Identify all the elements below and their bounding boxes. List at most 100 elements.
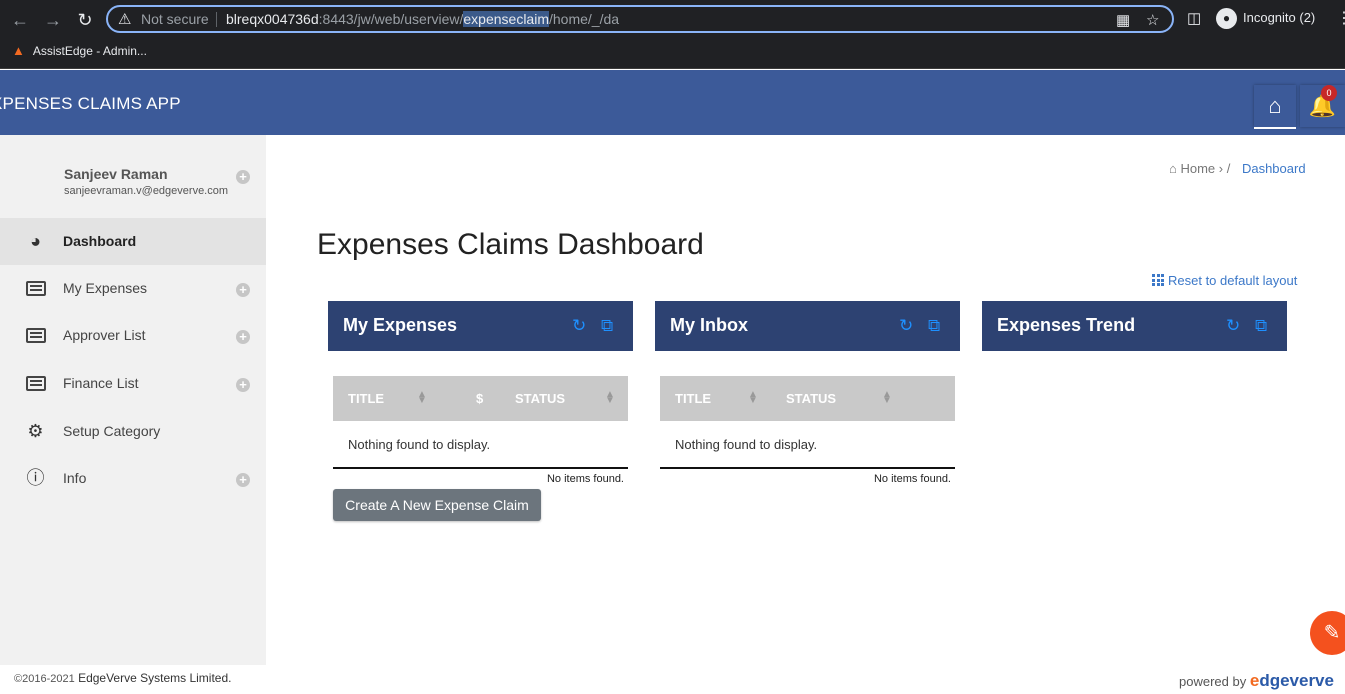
reload-icon[interactable]: ↻ [74, 9, 96, 31]
back-icon[interactable]: ← [9, 9, 31, 31]
create-expense-claim-button[interactable]: Create A New Expense Claim [333, 489, 541, 521]
incognito-indicator[interactable]: ● Incognito (2) [1216, 8, 1315, 29]
incognito-icon: ● [1216, 8, 1237, 29]
sidebar-item-label: Finance List [63, 375, 139, 391]
expand-icon[interactable]: + [236, 473, 250, 487]
sidebar-item-finance-list[interactable]: Finance List + [0, 360, 266, 407]
list-icon [25, 325, 46, 346]
no-items-label: No items found. [546, 473, 624, 485]
breadcrumb: ⌂ Home › / Dashboard [1169, 161, 1306, 176]
bookmarks-bar [0, 38, 1345, 69]
sort-icon[interactable]: ▲ ▼ [605, 390, 615, 406]
col-title[interactable]: TITLE [675, 391, 711, 406]
sort-icon[interactable]: ▲ ▼ [748, 390, 758, 406]
url-path: :8443/jw/web/userview/ [318, 11, 464, 27]
col-amount[interactable]: $ [476, 391, 483, 406]
widget-expenses-trend-header: Expenses Trend ↻ ⧉ [982, 301, 1287, 351]
sort-icon[interactable]: ▲ ▼ [882, 390, 892, 406]
sort-icon[interactable]: ▲ ▼ [417, 390, 427, 406]
my-expenses-table: TITLE ▲ ▼ $ STATUS ▲ ▼ Nothing found to di… [333, 376, 628, 485]
user-name: Sanjeev Raman [64, 166, 168, 182]
home-icon: ⌂ [1268, 93, 1282, 118]
sidebar-item-my-expenses[interactable]: My Expenses + [0, 265, 266, 312]
notification-badge: 0 [1321, 85, 1337, 101]
sidebar-item-dashboard[interactable]: ◕ Dashboard [0, 218, 266, 265]
list-icon [25, 373, 46, 394]
sidebar-item-approver-list[interactable]: Approver List + [0, 312, 266, 359]
sidebar-item-label: Setup Category [63, 423, 161, 439]
sidebar-item-label: Dashboard [63, 233, 137, 249]
info-icon: ⓘ [26, 468, 45, 488]
expand-icon[interactable]: + [236, 330, 250, 344]
assistedge-logo-icon: ▲ [12, 43, 25, 58]
no-items-label: No items found. [873, 473, 951, 485]
reset-layout-link[interactable]: Reset to default layout [1152, 273, 1297, 288]
widget-my-inbox-header: My Inbox ↻ ⧉ [655, 301, 960, 351]
url-text[interactable]: blreqx004736d:8443/jw/web/userview/expen… [226, 11, 619, 27]
dashboard-icon: ◕ [30, 231, 41, 251]
home-button[interactable]: ⌂ [1254, 85, 1296, 129]
refresh-icon[interactable]: ↻ [1226, 316, 1240, 336]
divider [216, 12, 217, 27]
expand-icon[interactable]: + [236, 283, 250, 297]
table-header: TITLE ▲ ▼ STATUS ▲ ▼ [660, 376, 955, 421]
col-status[interactable]: STATUS [786, 391, 836, 406]
company-name: EdgeVerve Systems Limited. [78, 671, 232, 685]
warning-icon: ⚠ [118, 11, 132, 28]
breadcrumb-current[interactable]: Dashboard [1242, 161, 1306, 176]
sidebar-item-label: Approver List [63, 327, 146, 343]
my-inbox-table: TITLE ▲ ▼ STATUS ▲ ▼ Nothing found to disp… [660, 376, 955, 485]
sidebar: Sanjeev Raman sanjeevraman.v@edgeverve.c… [0, 135, 266, 665]
table-divider [333, 467, 628, 469]
table-divider [660, 467, 955, 469]
forward-icon[interactable]: → [42, 9, 64, 31]
powered-by: powered by edgeverve [1179, 671, 1334, 691]
empty-message: Nothing found to display. [348, 437, 491, 452]
star-icon[interactable]: ☆ [1146, 11, 1159, 29]
sidebar-item-info[interactable]: ⓘ Info + [0, 455, 266, 502]
copyright-years: ©2016-2021 [14, 673, 75, 685]
widget-title: My Expenses [343, 315, 458, 335]
edgeverve-logo: edgeverve [1250, 671, 1334, 690]
refresh-icon[interactable]: ↻ [899, 316, 913, 336]
url-selection: expenseclaim [463, 11, 549, 27]
reset-layout-label: Reset to default layout [1168, 273, 1298, 288]
powered-by-label: powered by [1179, 674, 1247, 689]
address-bar[interactable]: ⚠ Not secure blreqx004736d:8443/jw/web/u… [106, 5, 1174, 33]
col-title[interactable]: TITLE [348, 391, 384, 406]
widget-title: Expenses Trend [997, 315, 1136, 335]
external-link-icon[interactable]: ⧉ [1255, 316, 1267, 336]
user-email: sanjeevraman.v@edgeverve.com [64, 185, 229, 197]
external-link-icon[interactable]: ⧉ [601, 316, 613, 336]
list-icon [25, 278, 46, 299]
browser-tab-bar: ← → ↻ ⚠ Not secure blreqx004736d:8443/jw… [0, 0, 1345, 38]
breadcrumb-home[interactable]: Home [1180, 161, 1215, 176]
widget-my-expenses-header: My Expenses ↻ ⧉ [328, 301, 633, 351]
refresh-icon[interactable]: ↻ [572, 316, 586, 336]
bookmark-assistedge[interactable]: ▲ AssistEdge - Admin... [12, 43, 147, 58]
security-label: Not secure [141, 11, 209, 27]
side-panel-icon[interactable]: ◫ [1187, 9, 1201, 27]
table-header: TITLE ▲ ▼ $ STATUS ▲ ▼ [333, 376, 628, 421]
page-title: Expenses Claims Dashboard [317, 228, 704, 261]
url-host: blreqx004736d [226, 11, 319, 27]
bookmark-label: AssistEdge - Admin... [32, 44, 147, 58]
gear-icon: ⚙ [27, 421, 44, 441]
sidebar-item-label: Info [63, 470, 87, 486]
logo-text: dgeverve [1259, 671, 1334, 690]
col-status[interactable]: STATUS [515, 391, 565, 406]
incognito-label: Incognito (2) [1243, 9, 1316, 25]
edit-fab-button[interactable]: ✎ [1310, 611, 1345, 655]
qr-code-icon[interactable]: ▦ [1116, 11, 1130, 29]
expand-icon[interactable]: + [236, 378, 250, 392]
sidebar-item-setup-category[interactable]: ⚙ Setup Category [0, 408, 266, 455]
external-link-icon[interactable]: ⧉ [928, 316, 940, 336]
copyright: ©2016-2021 EdgeVerve Systems Limited. [14, 671, 231, 685]
user-expand-icon[interactable]: + [236, 170, 250, 184]
kebab-menu-icon[interactable]: ⋮ [1336, 8, 1345, 28]
widget-title: My Inbox [670, 315, 749, 335]
grid-icon [1152, 274, 1164, 286]
app-title[interactable]: XPENSES CLAIMS APP [0, 94, 181, 114]
pencil-icon: ✎ [1323, 622, 1341, 644]
logo-e: e [1249, 671, 1260, 690]
